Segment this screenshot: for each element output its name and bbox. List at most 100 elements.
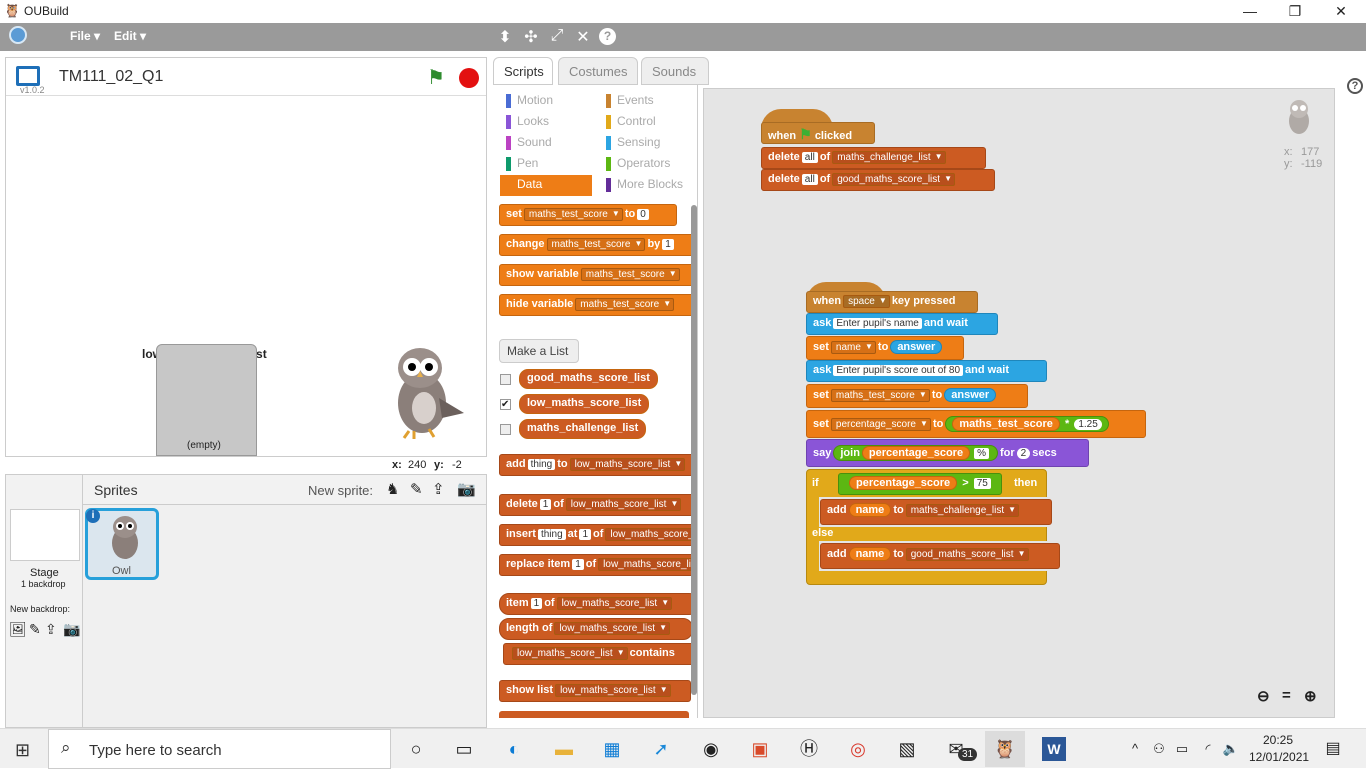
- category-data[interactable]: Data: [500, 175, 592, 196]
- name-reporter[interactable]: name: [848, 547, 892, 561]
- notifications-icon[interactable]: ▤: [1321, 737, 1345, 761]
- palette-add-block[interactable]: add thing to low_maths_score_list: [499, 454, 697, 476]
- list-dropdown[interactable]: low_maths_score_list: [598, 558, 697, 571]
- sprite-owl-thumb[interactable]: i Owl: [85, 508, 159, 580]
- chrome-icon[interactable]: ◎: [846, 737, 870, 761]
- palette-hide-variable-block[interactable]: hide variable maths_test_score: [499, 294, 697, 316]
- ask-score-block[interactable]: ask Enter pupil's score out of 80 and wait: [806, 360, 1047, 382]
- index-input[interactable]: all: [801, 174, 818, 185]
- var-dropdown[interactable]: name: [830, 341, 876, 354]
- ask-name-block[interactable]: ask Enter pupil's name and wait: [806, 313, 998, 335]
- file-menu[interactable]: File ▾: [70, 29, 100, 43]
- zoom-reset-icon[interactable]: =: [1282, 687, 1291, 704]
- help-button[interactable]: ?: [1347, 78, 1363, 94]
- list-reporter-challenge[interactable]: maths_challenge_list: [519, 419, 647, 439]
- clock-time[interactable]: 20:25: [1263, 733, 1293, 747]
- var-dropdown[interactable]: percentage_score: [830, 418, 931, 431]
- list-dropdown[interactable]: good_maths_score_list: [832, 173, 956, 186]
- category-events[interactable]: Events: [600, 91, 683, 112]
- palette-show-variable-block[interactable]: show variable maths_test_score: [499, 264, 697, 286]
- list-dropdown[interactable]: low_maths_score_list: [554, 622, 671, 635]
- rocket-icon[interactable]: ➚: [649, 737, 673, 761]
- camera-backdrop-icon[interactable]: 📷: [63, 621, 80, 638]
- index-input[interactable]: 1: [572, 559, 584, 570]
- info-icon[interactable]: i: [86, 509, 100, 523]
- key-dropdown[interactable]: space: [843, 295, 890, 308]
- tab-costumes[interactable]: Costumes: [558, 57, 638, 85]
- wifi-icon[interactable]: ◜: [1196, 737, 1220, 761]
- clock-date[interactable]: 12/01/2021: [1249, 750, 1309, 764]
- list-reporter-low[interactable]: low_maths_score_list: [519, 394, 650, 414]
- palette-item-block[interactable]: item 1 of low_maths_score_list: [499, 593, 697, 615]
- word-icon[interactable]: W: [1042, 737, 1066, 761]
- image-app-icon[interactable]: ▧: [895, 737, 919, 761]
- set-maths-score-block[interactable]: setmaths_test_scoretoanswer: [806, 384, 1028, 408]
- palette-change-block[interactable]: changemaths_test_scoreby1: [499, 234, 697, 256]
- taskbar-search[interactable]: ⌕ Type here to search: [48, 729, 391, 769]
- when-key-pressed-block[interactable]: whenspacekey pressed: [806, 291, 978, 313]
- list-checkbox-challenge[interactable]: [500, 424, 511, 435]
- list-checkbox-good[interactable]: [500, 374, 511, 385]
- palette-length-block[interactable]: length of low_maths_score_list: [499, 618, 693, 640]
- var-dropdown[interactable]: maths_test_score: [575, 298, 675, 311]
- category-more-blocks[interactable]: More Blocks: [600, 175, 683, 196]
- category-motion[interactable]: Motion: [500, 91, 592, 112]
- value-input[interactable]: thing: [537, 529, 566, 540]
- question-input[interactable]: Enter pupil's score out of 80: [833, 365, 964, 376]
- text-input[interactable]: %: [974, 448, 989, 459]
- list-dropdown[interactable]: maths_challenge_list: [832, 151, 946, 164]
- brush-backdrop-icon[interactable]: ✎: [29, 621, 41, 638]
- palette-set-block[interactable]: setmaths_test_scoreto0: [499, 204, 677, 226]
- number-input[interactable]: 2: [1016, 448, 1031, 459]
- list-dropdown[interactable]: low_maths_score_list: [565, 498, 682, 511]
- category-operators[interactable]: Operators: [600, 154, 683, 175]
- tray-chevron-icon[interactable]: ^: [1123, 737, 1147, 761]
- index-input[interactable]: 1: [579, 529, 591, 540]
- category-sound[interactable]: Sound: [500, 133, 592, 154]
- add-name-challenge-block[interactable]: add name to maths_challenge_list: [820, 499, 1052, 525]
- category-pen[interactable]: Pen: [500, 154, 592, 175]
- project-title[interactable]: TM111_02_Q1: [59, 68, 163, 86]
- palette-insert-block[interactable]: insert thing at 1 of low_maths_score_list: [499, 524, 697, 546]
- owl-sprite-on-stage[interactable]: [384, 343, 464, 443]
- paint-app-icon[interactable]: ▣: [748, 737, 772, 761]
- fullscreen-icon[interactable]: [16, 66, 40, 86]
- oubuild-active-icon[interactable]: 🦉: [985, 731, 1025, 767]
- multiply-operator[interactable]: maths_test_score * 1.25: [945, 416, 1109, 432]
- list-dropdown[interactable]: low_maths_score_list: [605, 528, 697, 541]
- value-input[interactable]: 0: [637, 209, 649, 220]
- upload-backdrop-icon[interactable]: ⇪: [45, 621, 57, 638]
- minimize-button[interactable]: —: [1227, 0, 1273, 23]
- delete-all-challenge-block[interactable]: delete all of maths_challenge_list: [761, 147, 986, 169]
- join-operator[interactable]: join percentage_score%: [833, 445, 998, 461]
- cut-icon[interactable]: ✣: [521, 27, 541, 47]
- list-reporter-good[interactable]: good_maths_score_list: [519, 369, 658, 389]
- set-name-block[interactable]: setnametoanswer: [806, 336, 964, 360]
- palette-contains-block[interactable]: low_maths_score_listcontains: [503, 643, 697, 665]
- edit-menu[interactable]: Edit ▾: [114, 29, 146, 43]
- index-input[interactable]: all: [801, 152, 818, 163]
- set-percentage-block[interactable]: setpercentage_scoretomaths_test_score * …: [806, 410, 1146, 438]
- greater-than-operator[interactable]: percentage_score > 75: [838, 473, 1002, 495]
- list-dropdown[interactable]: low_maths_score_list: [569, 458, 686, 471]
- hp-icon[interactable]: Ⓗ: [797, 737, 821, 761]
- tray-app-icon[interactable]: ⚇: [1147, 737, 1171, 761]
- name-reporter[interactable]: name: [848, 503, 892, 517]
- category-looks[interactable]: Looks: [500, 112, 592, 133]
- var-dropdown[interactable]: maths_test_score: [580, 268, 680, 281]
- value-input[interactable]: 1: [662, 239, 674, 250]
- stop-icon[interactable]: [459, 68, 479, 88]
- help-icon[interactable]: ?: [599, 28, 616, 45]
- shrink-icon[interactable]: ✕: [573, 27, 593, 47]
- value-input[interactable]: thing: [527, 459, 556, 470]
- number-input[interactable]: 1.25: [1074, 419, 1102, 430]
- volume-icon[interactable]: 🔈: [1219, 737, 1243, 761]
- camera-sprite-icon[interactable]: 📷: [457, 480, 476, 498]
- list-dropdown[interactable]: low_maths_score_list: [555, 684, 671, 697]
- store-icon[interactable]: ▦: [600, 737, 624, 761]
- palette-partial-block[interactable]: [499, 711, 689, 718]
- palette-scrollbar[interactable]: [691, 205, 697, 695]
- question-input[interactable]: Enter pupil's name: [833, 318, 922, 329]
- category-control[interactable]: Control: [600, 112, 683, 133]
- index-input[interactable]: 1: [530, 598, 543, 609]
